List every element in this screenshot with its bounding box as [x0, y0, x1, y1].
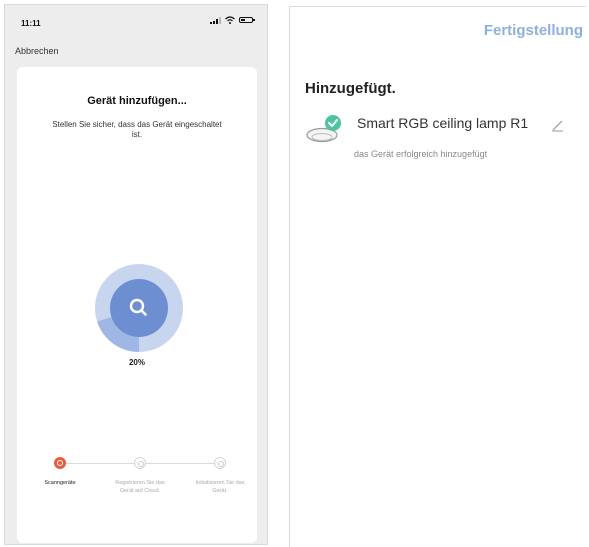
ceiling-lamp-icon — [306, 115, 341, 143]
add-device-screen: 11:11 Abbrechen Gerät hinzufügen... Stel… — [4, 4, 268, 545]
instruction-text: Stellen Sie sicher, dass das Gerät einge… — [52, 120, 222, 139]
step-cloud-icon — [134, 457, 146, 469]
signal-icon — [210, 16, 221, 24]
page-title: Gerät hinzufügen... — [87, 95, 187, 107]
page-title: Hinzugefügt. — [305, 80, 396, 97]
status-icons — [210, 16, 255, 24]
progress-card: Gerät hinzufügen... Stellen Sie sicher, … — [17, 67, 257, 543]
step-label-scan: Scanngeräte — [44, 480, 76, 486]
step-init-icon — [214, 457, 226, 469]
scan-progress-ring — [95, 264, 183, 352]
step-scan-icon — [54, 457, 66, 469]
device-name: Smart RGB ceiling lamp R1 — [357, 115, 529, 131]
step-label-initialize: Initialisieren Sie das Gerät. — [195, 480, 245, 494]
search-button[interactable] — [110, 279, 168, 337]
edit-icon[interactable] — [551, 119, 564, 132]
progress-percent: 20% — [128, 358, 145, 367]
wifi-icon — [225, 16, 235, 24]
device-status: das Gerät erfolgreich hinzugefügt — [354, 149, 488, 159]
step-label-register: Registrieren Sie das Gerät auf Cloud. — [115, 480, 165, 494]
device-added-screen: Fertigstellung Hinzugefügt. Smart RGB ce… — [289, 6, 586, 547]
done-button[interactable]: Fertigstellung — [484, 22, 583, 39]
status-time: 11:11 — [21, 19, 41, 28]
cancel-button[interactable]: Abbrechen — [15, 46, 59, 56]
check-icon — [325, 115, 341, 131]
battery-icon — [239, 17, 255, 23]
